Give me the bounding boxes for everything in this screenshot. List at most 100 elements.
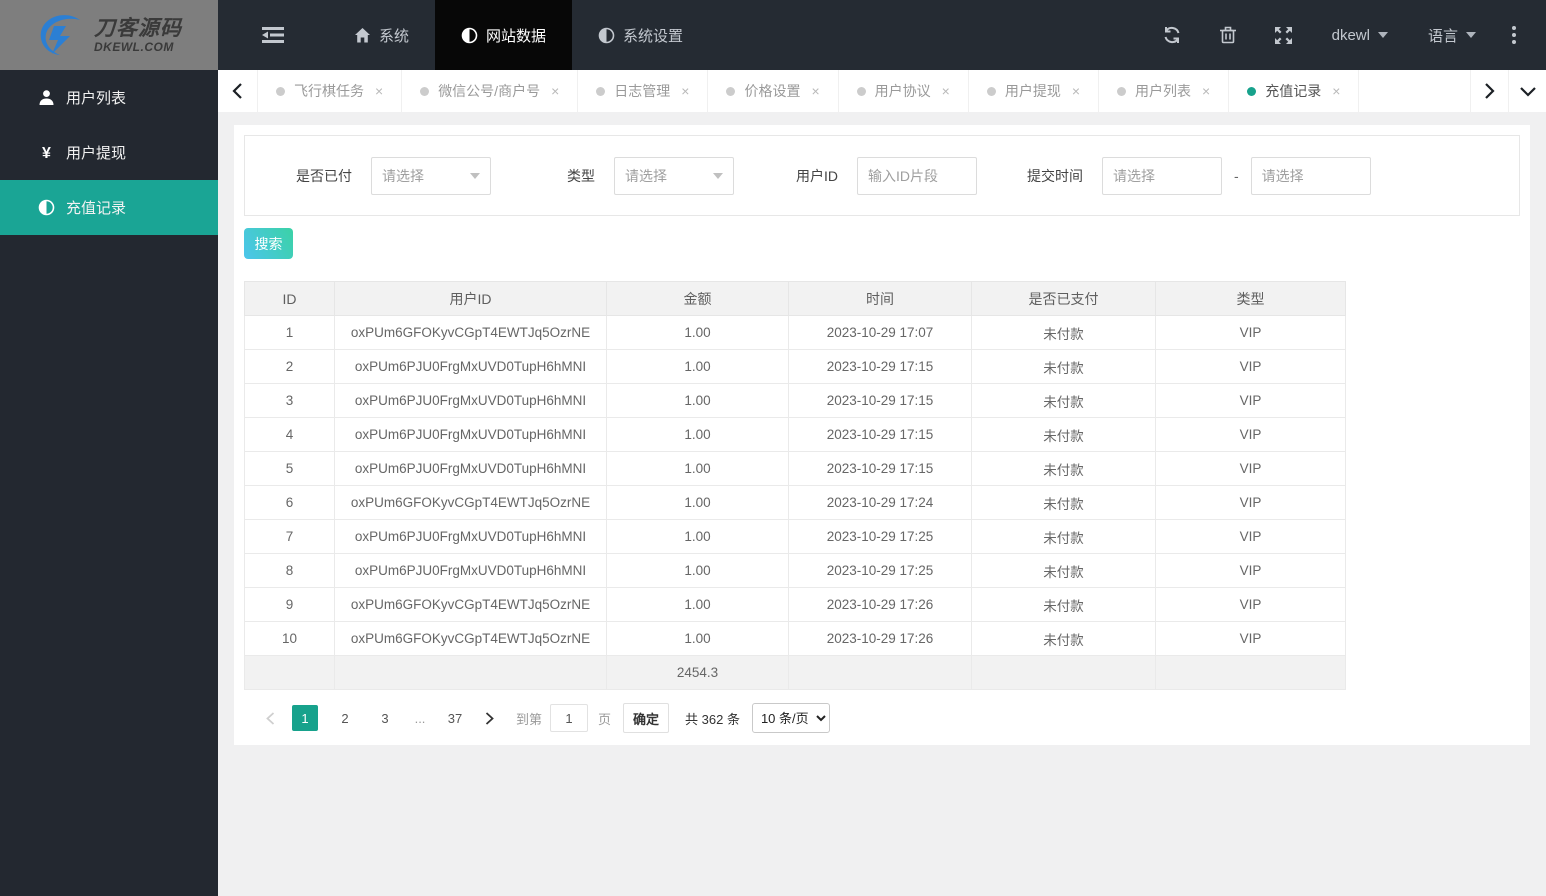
user-menu[interactable]: dkewl	[1312, 0, 1408, 70]
main-content: 是否已付 请选择 类型 请选择 用户ID 提交时间 -	[218, 112, 1546, 896]
table-cell: 1.00	[606, 519, 789, 554]
sidebar-item-用户提现[interactable]: ¥ 用户提现	[0, 125, 218, 180]
search-button[interactable]: 搜索	[244, 228, 293, 259]
table-row: 10 oxPUm6GFOKyvCGpT4EWTJq5OzrNE 1.00 2023-1…	[244, 621, 1346, 656]
table-cell: VIP	[1155, 621, 1346, 656]
tab-list: 飞行棋任务 × 微信公号/商户号 × 日志管理 × 价格设置 × 用户协议 × 用户提现 × 用户列表 ×…	[258, 70, 1470, 112]
page-number-3[interactable]: 3	[372, 705, 398, 731]
logo-text: 刀客源码 DKEWL.COM	[94, 18, 182, 53]
filter-paid-label: 是否已付	[296, 167, 352, 184]
table-cell: oxPUm6PJU0FrgMxUVD0TupH6hMNI	[334, 553, 607, 588]
table-cell: 未付款	[971, 519, 1156, 554]
column-header: 用户ID	[334, 281, 607, 316]
tabs-scroll-left-icon[interactable]	[218, 70, 258, 112]
filter-paid-select[interactable]: 请选择	[371, 156, 491, 195]
table-row: 1 oxPUm6GFOKyvCGpT4EWTJq5OzrNE 1.00 2023-10…	[244, 315, 1346, 350]
nav-item-系统设置[interactable]: 系统设置	[572, 0, 709, 70]
trash-icon[interactable]	[1200, 0, 1256, 70]
filter-userid-input[interactable]	[857, 156, 977, 195]
table-cell: 1.00	[606, 383, 789, 418]
table-cell: 4	[244, 417, 335, 452]
tab-close-icon[interactable]: ×	[811, 83, 819, 99]
tab-close-icon[interactable]: ×	[1072, 83, 1080, 99]
goto-page-input[interactable]	[550, 704, 589, 732]
tab-微信公号/商户号[interactable]: 微信公号/商户号 ×	[402, 70, 579, 112]
page-number-1[interactable]: 1	[292, 705, 318, 731]
table-cell: 未付款	[971, 383, 1156, 418]
sidebar-collapse-icon[interactable]	[218, 0, 328, 70]
page-size-select[interactable]: 10 条/页	[751, 703, 830, 733]
sidebar-menu: 用户列表 ¥ 用户提现充值记录	[0, 70, 218, 235]
page-number-37[interactable]: 37	[442, 705, 468, 731]
filter-time-to-input[interactable]	[1250, 156, 1371, 195]
table-cell: 2023-10-29 17:07	[788, 315, 972, 350]
page-next-icon[interactable]	[475, 711, 504, 725]
table-cell: 未付款	[971, 553, 1156, 588]
logo-swoosh-icon	[40, 15, 80, 55]
tabs-menu-icon[interactable]	[1508, 70, 1546, 112]
app-logo[interactable]: 刀客源码 DKEWL.COM	[0, 0, 218, 70]
fullscreen-icon[interactable]	[1256, 0, 1312, 70]
tab-用户提现[interactable]: 用户提现 ×	[969, 70, 1100, 112]
table-cell: 2023-10-29 17:25	[788, 553, 972, 588]
table-cell: 8	[244, 553, 335, 588]
tab-status-dot	[420, 86, 430, 96]
tab-close-icon[interactable]: ×	[551, 83, 559, 99]
tab-用户列表[interactable]: 用户列表 ×	[1099, 70, 1230, 112]
more-options-icon[interactable]	[1496, 26, 1532, 44]
table-cell: 未付款	[971, 417, 1156, 452]
tab-label: 价格设置	[744, 83, 801, 99]
table-cell: 未付款	[971, 349, 1156, 384]
sidebar-item-充值记录[interactable]: 充值记录	[0, 180, 218, 235]
chevron-down-icon	[713, 172, 723, 179]
logo-title: 刀客源码	[94, 16, 182, 40]
table-cell: VIP	[1155, 485, 1346, 520]
tab-充值记录[interactable]: 充值记录 ×	[1229, 70, 1360, 112]
tab-label: 用户列表	[1135, 83, 1192, 99]
nav-item-网站数据[interactable]: 网站数据	[435, 0, 573, 70]
tabs-scroll-right-icon[interactable]	[1470, 70, 1508, 112]
tab-飞行棋任务[interactable]: 飞行棋任务 ×	[258, 70, 403, 112]
table-cell: oxPUm6GFOKyvCGpT4EWTJq5OzrNE	[334, 485, 607, 520]
nav-item-系统[interactable]: 系统	[328, 0, 435, 70]
table-cell: 1.00	[606, 349, 789, 384]
content-panel: 是否已付 请选择 类型 请选择 用户ID 提交时间 -	[234, 125, 1530, 745]
sidebar-item-用户列表[interactable]: 用户列表	[0, 70, 218, 125]
table-cell: 1	[244, 315, 335, 350]
table-cell: 1.00	[606, 621, 789, 656]
tab-close-icon[interactable]: ×	[1332, 83, 1340, 99]
tab-close-icon[interactable]: ×	[942, 83, 950, 99]
tab-close-icon[interactable]: ×	[1202, 83, 1210, 99]
tab-用户协议[interactable]: 用户协议 ×	[839, 70, 969, 112]
table-header-row: ID 用户ID 金额 时间 是否已支付 类型	[244, 281, 1346, 316]
page-prev-icon[interactable]	[256, 711, 285, 725]
sidebar-item-label: 充值记录	[66, 200, 127, 217]
tab-label: 微信公号/商户号	[438, 83, 541, 99]
page-ellipsis: ...	[414, 710, 426, 726]
tab-label: 用户协议	[874, 83, 931, 99]
tab-label: 用户提现	[1004, 83, 1061, 99]
nav-item-label: 网站数据	[486, 27, 547, 45]
table-cell: 未付款	[971, 451, 1156, 486]
table-cell: oxPUm6PJU0FrgMxUVD0TupH6hMNI	[334, 417, 607, 452]
logo-subtitle: DKEWL.COM	[94, 39, 174, 54]
table-cell: VIP	[1155, 349, 1346, 384]
page-number-2[interactable]: 2	[332, 705, 358, 731]
tab-status-dot	[986, 86, 996, 96]
tab-日志管理[interactable]: 日志管理 ×	[578, 70, 709, 112]
refresh-icon[interactable]	[1144, 0, 1200, 70]
tab-价格设置[interactable]: 价格设置 ×	[708, 70, 839, 112]
language-menu[interactable]: 语言	[1408, 0, 1496, 70]
tab-close-icon[interactable]: ×	[375, 83, 383, 99]
filter-type-select[interactable]: 请选择	[614, 156, 734, 195]
top-header: 系统 网站数据 系统设置 dkewl 语言	[218, 0, 1546, 70]
nav-item-label: 系统	[379, 27, 410, 45]
filter-paid-value: 请选择	[382, 167, 424, 184]
table-cell: 10	[244, 621, 335, 656]
tab-close-icon[interactable]: ×	[681, 83, 689, 99]
goto-confirm-button[interactable]: 确定	[623, 703, 670, 733]
table-cell: VIP	[1155, 587, 1346, 622]
table-row: 8 oxPUm6PJU0FrgMxUVD0TupH6hMNI 1.00 2023-10…	[244, 553, 1346, 588]
filter-time-from-input[interactable]	[1102, 156, 1222, 195]
tab-status-dot	[1117, 86, 1127, 96]
